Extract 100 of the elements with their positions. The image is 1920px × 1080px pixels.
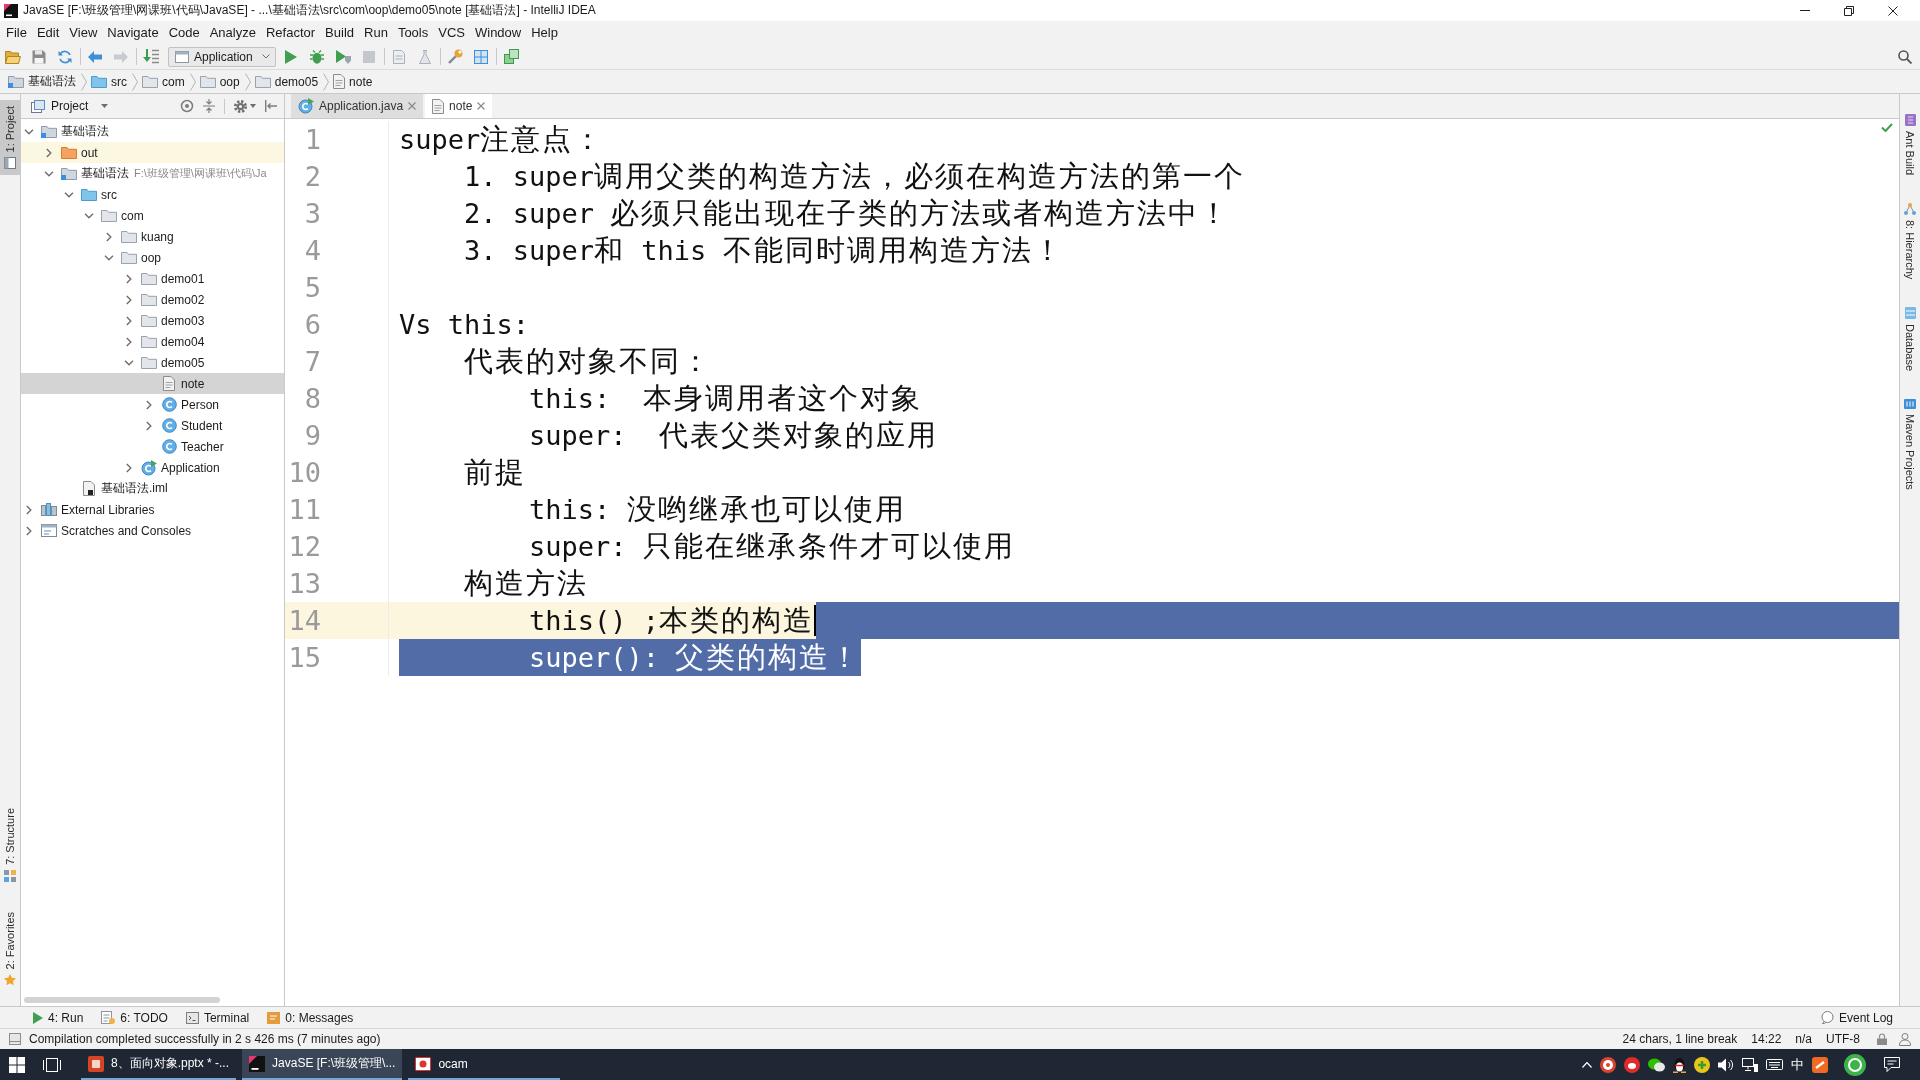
build-icon[interactable] [143,49,159,64]
chevron-right-icon[interactable] [46,147,52,158]
close-icon[interactable] [1888,5,1898,16]
chevron-right-icon[interactable] [126,315,132,326]
menu-item[interactable]: VCS [433,23,470,42]
debug-icon[interactable] [310,49,324,64]
breadcrumb-item[interactable]: src [87,74,132,89]
sync-icon[interactable] [58,49,72,64]
menu-item[interactable]: View [64,23,103,42]
settings-icon[interactable] [234,99,247,113]
tool-window-button[interactable]: 1: Project [0,100,20,176]
input-method-indicator[interactable]: 中 [1791,1055,1804,1074]
coverage-icon[interactable] [335,49,351,64]
monitor-icon[interactable] [1742,1057,1758,1072]
tree-item[interactable]: demo04 [124,331,205,352]
chevron-down-icon[interactable] [104,254,114,261]
chat-bubbles-icon[interactable] [1648,1057,1665,1072]
tool-window-button[interactable]: Ant Build [1900,108,1920,182]
tool-window-button[interactable]: Database [1900,301,1920,378]
round-app-icon[interactable] [1844,1053,1866,1076]
chevron-right-icon[interactable] [26,525,32,536]
taskbar-button[interactable]: JavaSE [F:\班级管理\... [242,1049,403,1080]
menu-item[interactable]: Build [320,23,359,42]
tool-window-button[interactable]: 2: Favorites [0,905,20,992]
tool-window-button[interactable]: Terminal [176,1007,259,1028]
tool-window-button[interactable]: Maven Projects [1900,393,1920,497]
round-app-icon[interactable] [1624,1056,1640,1073]
tree-item[interactable]: note [21,373,284,394]
tree-item[interactable]: Teacher [161,436,224,457]
tree-item[interactable]: Student [144,415,223,436]
chevron-right-icon[interactable] [126,273,132,284]
tool-window-button[interactable]: 7: Structure [0,801,20,888]
tree-item[interactable]: demo02 [124,289,205,310]
tree-item[interactable]: Application [124,457,220,478]
breadcrumb-item[interactable]: oop [195,74,245,89]
tree-item[interactable]: 基础语法.iml [81,478,168,499]
line-separator[interactable]: n/a [1788,1032,1819,1046]
tree-item[interactable]: Person [144,394,220,415]
task-view-icon[interactable] [43,1057,61,1072]
editor-tab[interactable]: Application.java [291,94,424,118]
editor-tab[interactable]: note [425,94,493,118]
person-icon[interactable] [1899,1032,1911,1046]
menu-item[interactable]: Tools [392,23,434,42]
chevron-right-icon[interactable] [126,462,132,473]
breadcrumb-item[interactable]: note [329,74,378,89]
notification-icon[interactable] [1884,1057,1900,1072]
breadcrumb-item[interactable]: demo05 [250,74,324,89]
tree-item[interactable]: src [64,184,117,205]
chevron-right-icon[interactable] [146,420,152,431]
back-arrow-icon[interactable] [88,50,102,63]
restore-icon[interactable] [1844,5,1854,16]
menu-item[interactable]: Refactor [260,23,321,42]
tree-item[interactable]: 基础语法 [24,121,109,142]
run-configuration-dropdown[interactable]: Application [168,46,276,67]
tree-item[interactable]: oop [104,247,162,268]
tool-window-button[interactable]: 8: Hierarchy [1900,197,1920,286]
scrollbar[interactable] [24,997,220,1003]
caret-position[interactable]: 14:22 [1744,1032,1789,1046]
tree-item[interactable]: demo03 [124,310,205,331]
view-dropdown[interactable]: Project [31,99,109,113]
menu-item[interactable]: Window [469,23,527,42]
tree-item[interactable]: demo01 [124,268,205,289]
chevron-right-icon[interactable] [126,336,132,347]
menu-item[interactable]: Analyze [204,23,261,42]
chevron-down-icon[interactable] [84,212,94,219]
tree-item[interactable]: com [84,205,144,226]
locate-icon[interactable] [180,99,194,113]
menu-item[interactable]: Code [163,23,205,42]
menu-item[interactable]: File [1,23,32,42]
chevron-down-icon[interactable] [44,170,54,177]
keyboard-icon[interactable] [1766,1059,1783,1070]
ring-app-icon[interactable] [1600,1056,1616,1073]
stacked-squares-icon[interactable] [503,49,519,64]
tree-item[interactable]: External Libraries [24,499,155,520]
chevron-down-icon[interactable] [24,128,34,135]
chevron-right-icon[interactable] [26,504,32,515]
penguin-icon[interactable] [1673,1056,1686,1073]
app-tile-icon[interactable] [1812,1056,1828,1073]
taskbar-button[interactable]: ocam [408,1049,561,1080]
chevron-down-icon[interactable] [64,191,74,198]
file-encoding[interactable]: UTF-8 [1819,1032,1867,1046]
chevron-up-icon[interactable] [1582,1061,1592,1068]
chevron-right-icon[interactable] [146,399,152,410]
speaker-icon[interactable] [1718,1057,1734,1072]
tool-window-button[interactable]: 4: Run [24,1007,93,1028]
breadcrumb-item[interactable]: com [138,74,190,89]
search-icon[interactable] [1898,49,1912,64]
lock-icon[interactable] [1877,1033,1887,1045]
grid-icon[interactable] [474,49,488,64]
tree-item[interactable]: 基础语法 F:\班级管理\网课班\代码\Ja [44,163,267,184]
tool-window-button[interactable]: 6: TODO [92,1007,177,1028]
panel-toggle-icon[interactable] [9,1033,21,1045]
save-icon[interactable] [32,49,46,64]
hide-icon[interactable] [265,100,277,112]
wrench-icon[interactable] [447,49,463,64]
menu-item[interactable]: Navigate [102,23,164,42]
tree-item[interactable]: kuang [104,226,174,247]
chevron-down-icon[interactable] [124,359,134,366]
menu-item[interactable]: Run [359,23,393,42]
menu-item[interactable]: Help [526,23,563,42]
